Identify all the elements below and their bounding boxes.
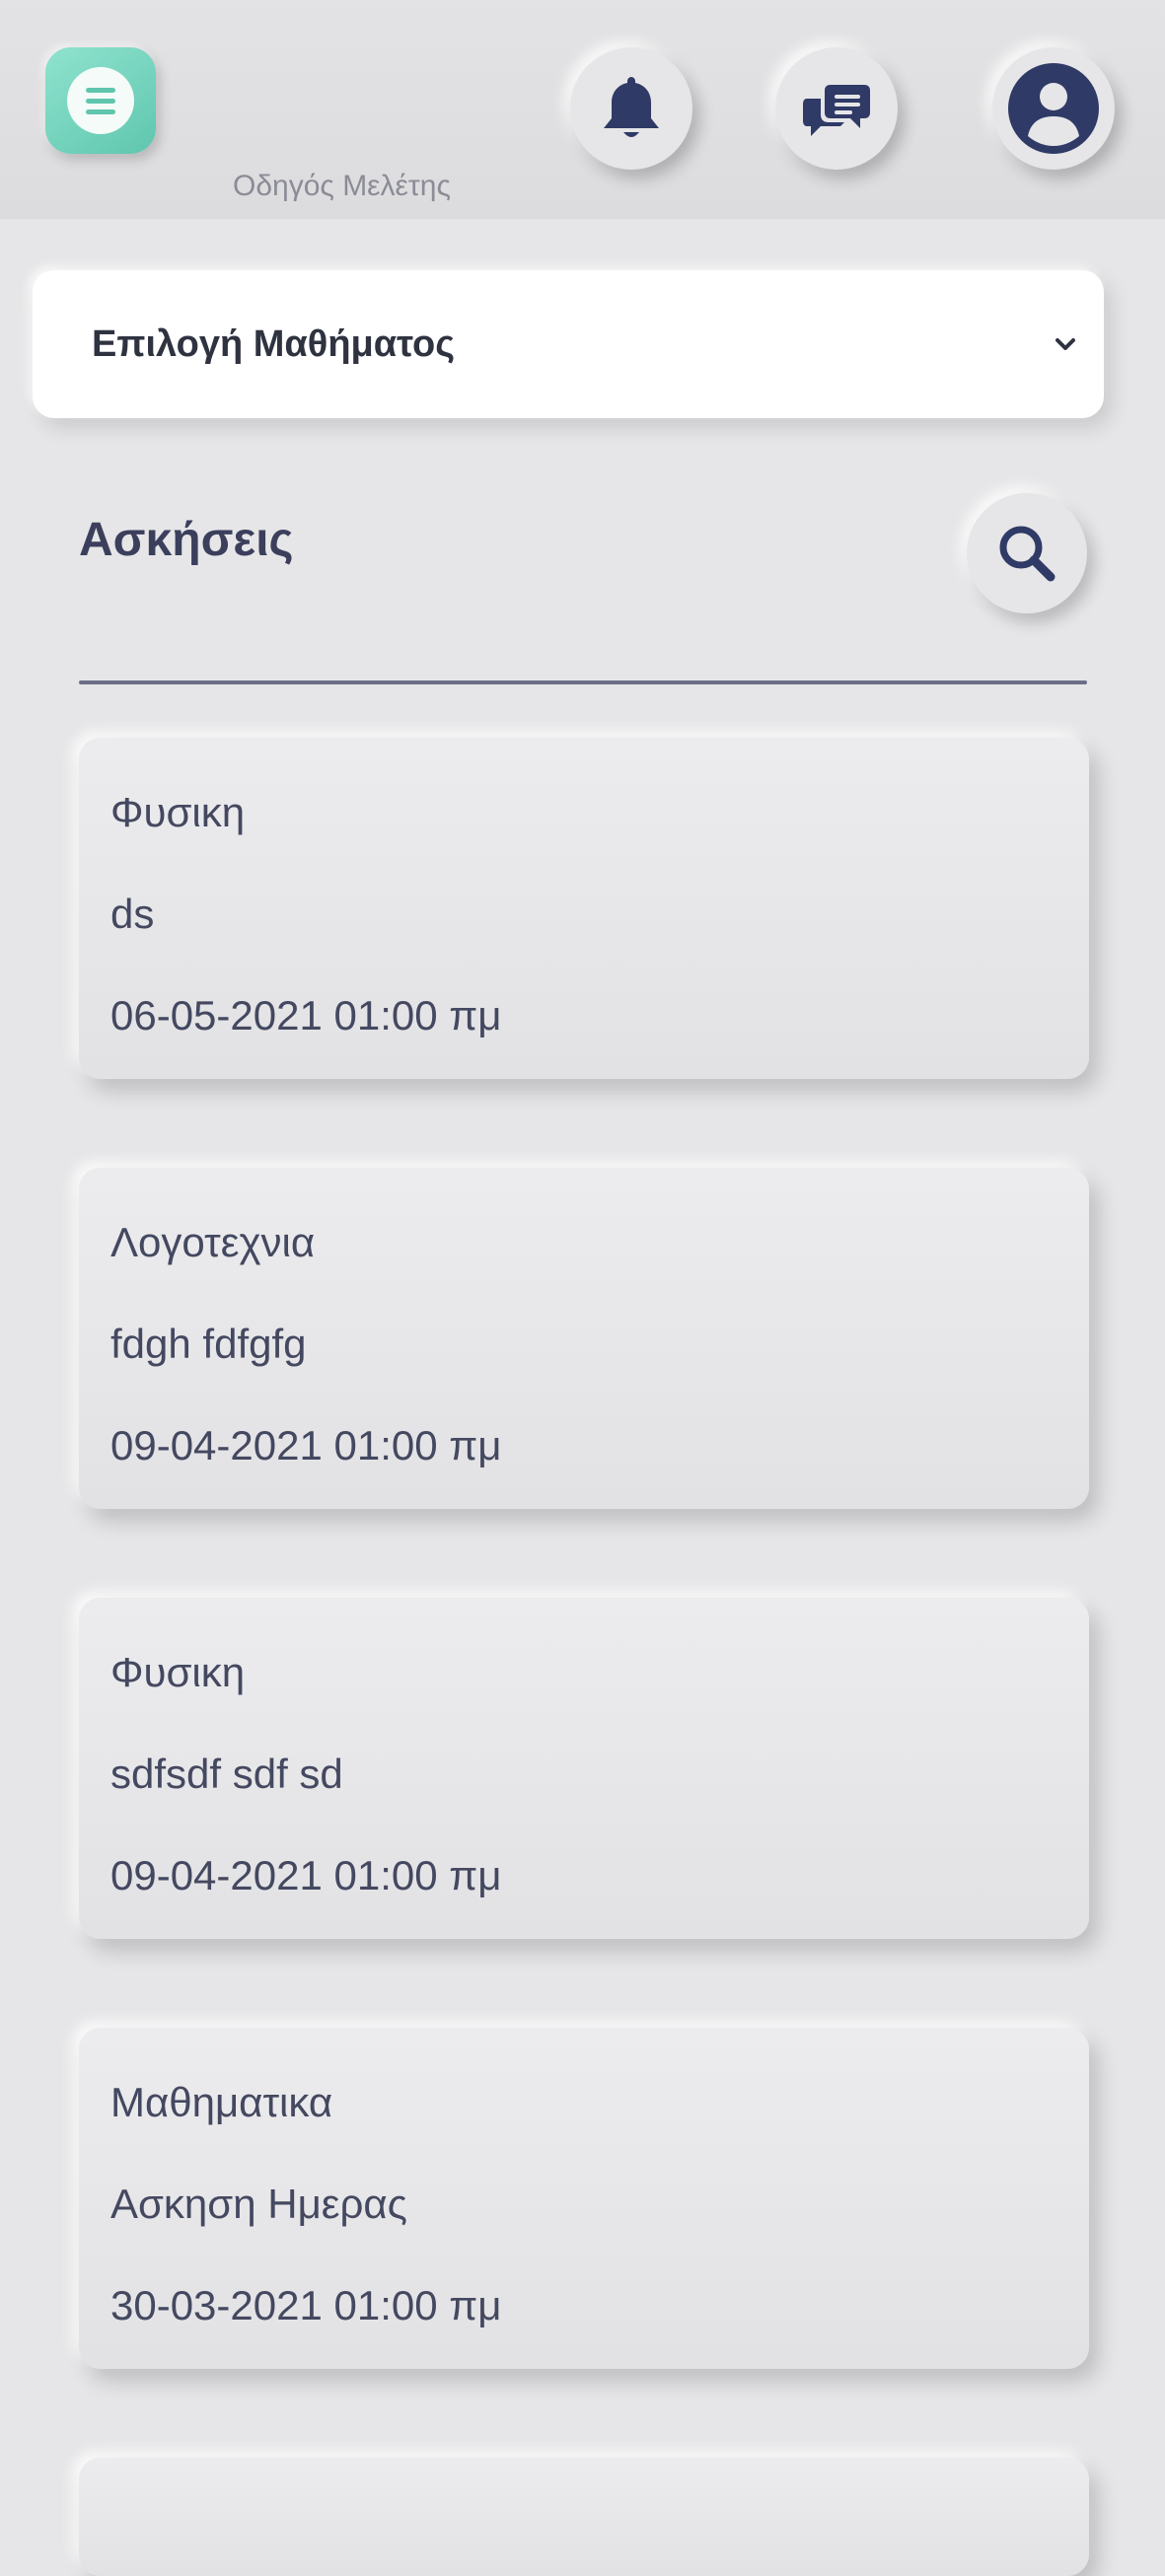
exercise-date: 30-03-2021 01:00 πμ [110,2282,502,2328]
exercise-card[interactable]: Λογοτεχνια fdgh fdfgfg 09-04-2021 01:00 … [79,1168,1089,1509]
exercise-list: Φυσικη ds 06-05-2021 01:00 πμ Λογοτεχνια… [79,738,1089,2576]
exercise-subject: Λογοτεχνια [110,1219,316,1265]
app-title: Οδηγός Μελέτης [233,170,451,202]
exercise-subject: Φυσικη [110,789,246,835]
exercise-title: sdfsdf sdf sd [110,1751,343,1797]
menu-button[interactable] [45,47,156,154]
section-title: Ασκήσεις [79,514,294,566]
top-bar: Οδηγός Μελέτης [0,0,1165,219]
exercise-subject: Μαθηματικα [110,2079,333,2125]
exercise-card-partial[interactable] [79,2458,1089,2576]
exercise-subject: Φυσικη [110,1649,246,1695]
chevron-down-icon [1056,338,1075,350]
exercise-title: fdgh fdfgfg [110,1321,307,1367]
search-button[interactable] [967,493,1087,613]
exercise-title: Ασκηση Ημερας [110,2181,407,2227]
menu-icon [67,67,134,134]
exercise-card[interactable]: Φυσικη ds 06-05-2021 01:00 πμ [79,738,1089,1079]
chat-icon [803,85,870,136]
bell-icon [604,77,659,137]
exercise-date: 09-04-2021 01:00 πμ [110,1422,502,1468]
profile-button[interactable] [992,47,1115,170]
course-select-label: Επιλογή Μαθήματος [92,322,456,365]
exercise-card[interactable]: Μαθηματικα Ασκηση Ημερας 30-03-2021 01:0… [79,2028,1089,2369]
user-icon [1008,63,1099,154]
exercise-date: 06-05-2021 01:00 πμ [110,992,502,1038]
notifications-button[interactable] [570,47,692,170]
exercise-card[interactable]: Φυσικη sdfsdf sdf sd 09-04-2021 01:00 πμ [79,1598,1089,1939]
messages-button[interactable] [775,47,898,170]
course-select[interactable]: Επιλογή Μαθήματος [33,270,1104,418]
exercise-title: ds [110,891,155,937]
search-icon [999,526,1056,582]
exercise-date: 09-04-2021 01:00 πμ [110,1852,502,1898]
section-divider [79,680,1087,684]
